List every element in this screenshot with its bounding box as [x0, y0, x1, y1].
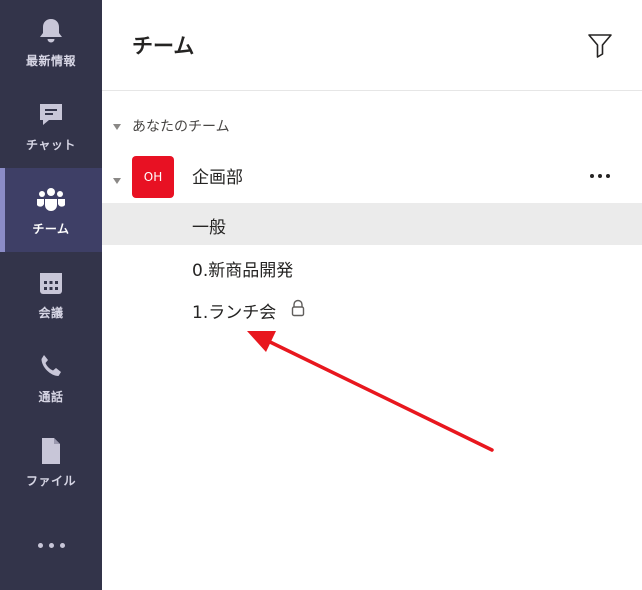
chevron-down-icon	[113, 178, 121, 184]
channel-item[interactable]: 0.新商品開発	[102, 246, 642, 288]
teams-icon	[37, 188, 65, 211]
rail-item-files[interactable]: ファイル	[0, 420, 102, 504]
filter-button[interactable]	[586, 31, 614, 59]
channel-name: 0.新商品開発	[192, 261, 294, 281]
phone-icon	[41, 355, 61, 376]
page-title: チーム	[132, 34, 195, 58]
your-teams-section[interactable]: あなたのチーム	[102, 110, 642, 140]
channel-name: 1.ランチ会	[192, 303, 277, 323]
team-name: 企画部	[192, 168, 243, 188]
more-horizontal-icon	[590, 174, 594, 178]
rail-item-label: 会議	[38, 306, 64, 320]
filter-icon	[588, 34, 612, 58]
app-rail: 最新情報 チャット チーム 会議 通話 ファイル	[0, 0, 102, 590]
file-icon	[42, 438, 60, 464]
teams-header: チーム	[102, 0, 642, 91]
channel-item[interactable]: 一般	[102, 203, 642, 245]
team-row[interactable]: OH 企画部	[102, 154, 642, 198]
team-avatar: OH	[132, 156, 174, 198]
rail-item-activity[interactable]: 最新情報	[0, 0, 102, 84]
more-horizontal-icon	[37, 543, 43, 548]
rail-item-label: 最新情報	[25, 54, 76, 68]
rail-item-calendar[interactable]: 会議	[0, 252, 102, 336]
rail-item-teams[interactable]: チーム	[0, 168, 102, 252]
channel-name: 一般	[192, 218, 226, 238]
rail-item-calls[interactable]: 通話	[0, 336, 102, 420]
rail-item-label: ファイル	[25, 474, 76, 488]
section-label: あなたのチーム	[132, 119, 230, 135]
rail-item-label: 通話	[38, 390, 64, 404]
channel-item[interactable]: 1.ランチ会	[102, 288, 642, 330]
lock-icon	[291, 299, 305, 317]
rail-item-label: チーム	[32, 222, 70, 236]
rail-more-button[interactable]	[0, 530, 102, 562]
bell-icon	[40, 19, 62, 43]
rail-item-chat[interactable]: チャット	[0, 84, 102, 168]
chevron-down-icon	[113, 124, 121, 130]
team-more-options-button[interactable]	[585, 164, 615, 188]
teams-pane: チーム あなたのチーム OH 企画部 一般 0.新商品開発 1.ランチ会	[102, 0, 642, 590]
chat-icon	[40, 104, 62, 125]
rail-item-label: チャット	[26, 138, 76, 152]
calendar-icon	[40, 273, 62, 294]
